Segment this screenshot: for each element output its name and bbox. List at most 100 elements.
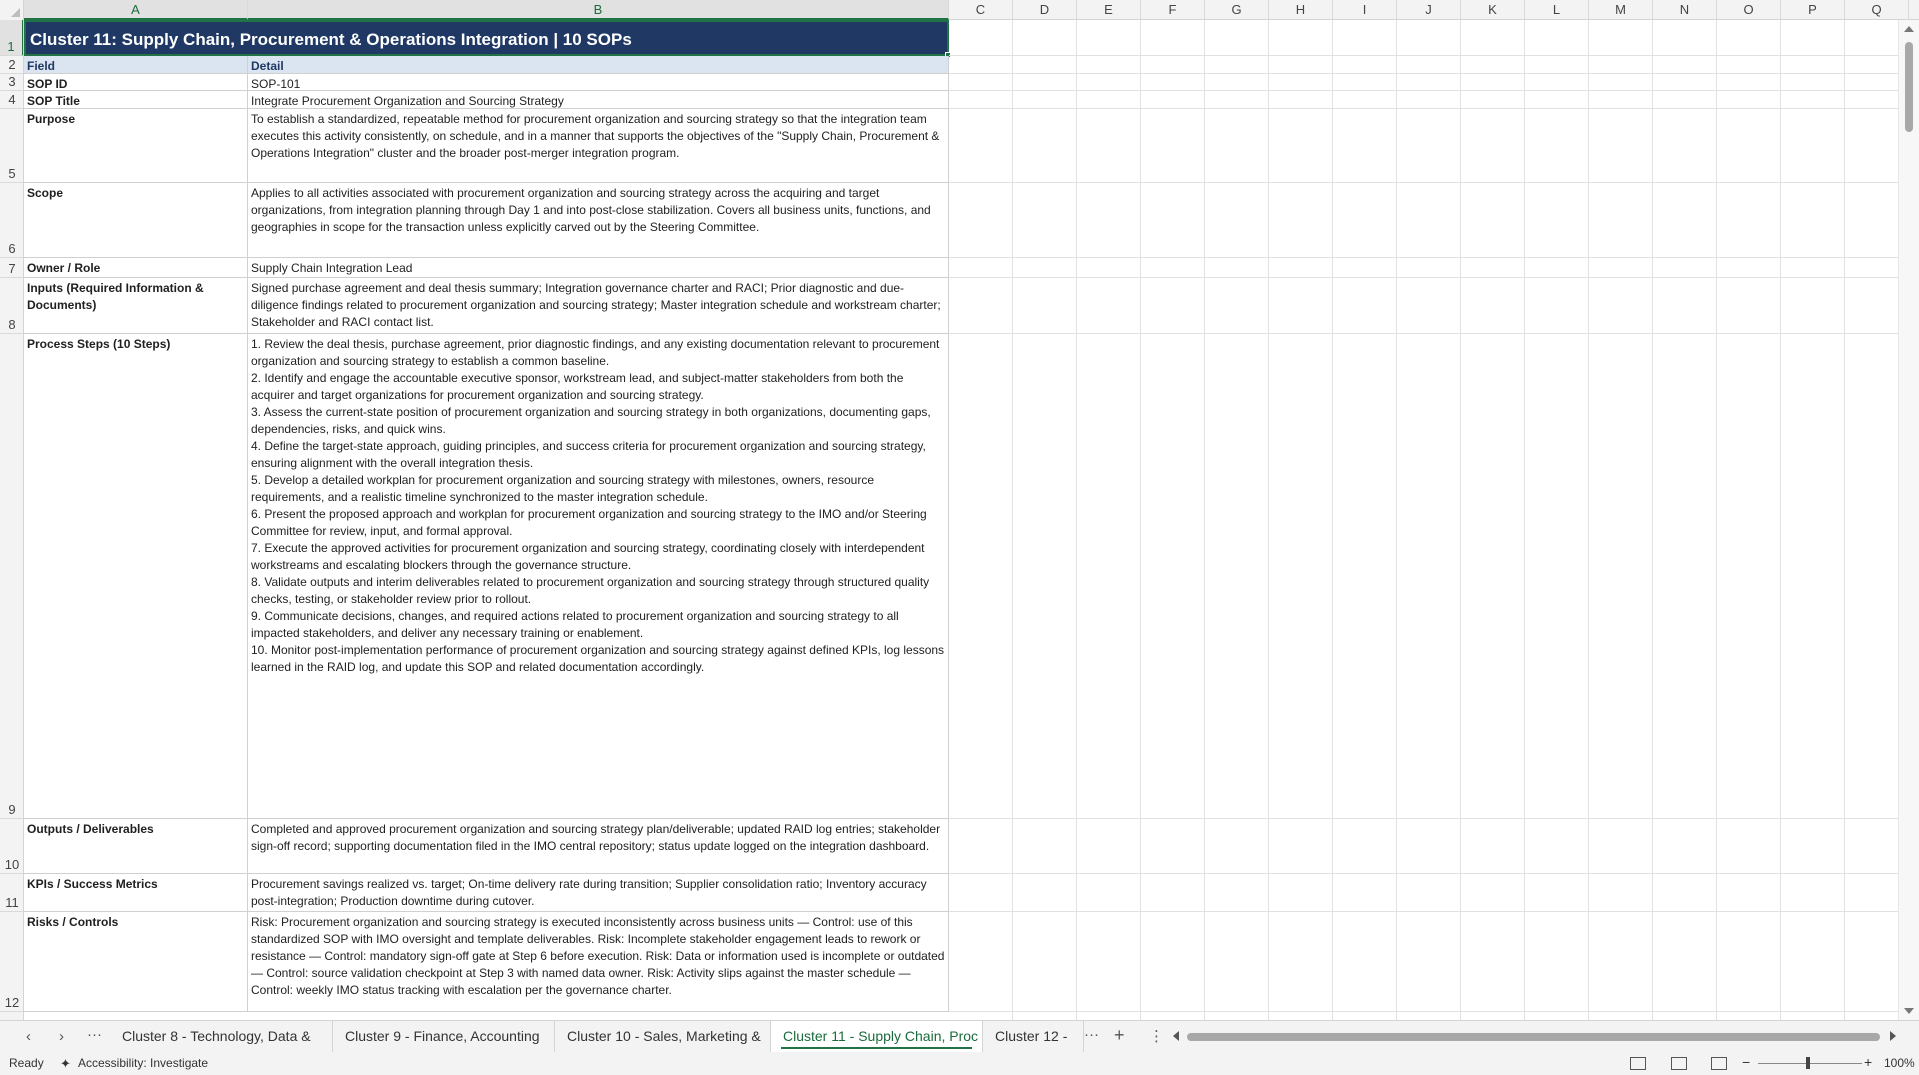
detail-cell[interactable]: SOP-101 [248,74,949,91]
detail-cell[interactable]: Applies to all activities associated wit… [248,183,949,258]
scroll-down-icon[interactable] [1904,1008,1914,1014]
field-cell[interactable]: Process Steps (10 Steps) [24,334,248,819]
empty-column-gridline [1588,20,1589,1020]
field-cell[interactable]: KPIs / Success Metrics [24,874,248,912]
empty-row-gridline [949,278,1898,334]
header-detail-cell[interactable]: Detail [248,56,949,74]
field-cell[interactable]: Owner / Role [24,258,248,278]
horizontal-scrollbar[interactable] [1173,1030,1896,1044]
column-header-a[interactable]: A [24,0,248,20]
status-bar: Ready ✦ Accessibility: Investigate − + 1… [0,1052,1919,1075]
accessibility-status[interactable]: Accessibility: Investigate [78,1056,208,1070]
sheet-tab[interactable]: Cluster 10 - Sales, Marketing & [555,1021,771,1052]
empty-row-gridline [949,912,1898,1012]
title-cell[interactable]: Cluster 11: Supply Chain, Procurement & … [24,20,951,58]
row-header-6[interactable]: 6 [0,183,23,258]
field-cell[interactable]: Scope [24,183,248,258]
empty-row-gridline [949,819,1898,874]
column-header-g[interactable]: G [1205,0,1269,20]
row-header-10[interactable]: 10 [0,819,23,874]
detail-cell[interactable]: Procurement savings realized vs. target;… [248,874,949,912]
normal-view-icon[interactable] [1630,1057,1646,1070]
tab-prev-icon[interactable]: ‹ [26,1028,31,1045]
sheet-options-icon[interactable]: ⋮ [1149,1027,1164,1045]
sheet-tab[interactable]: Cluster 9 - Finance, Accounting [333,1021,555,1052]
vertical-scroll-thumb[interactable] [1905,42,1913,132]
field-cell[interactable]: SOP ID [24,74,248,91]
detail-cell[interactable]: To establish a standardized, repeatable … [248,109,949,183]
row-header-4[interactable]: 4 [0,91,23,109]
sheet-tab[interactable]: Cluster 11 - Supply Chain, Proc [771,1021,983,1052]
zoom-level[interactable]: 100% [1884,1056,1915,1070]
field-cell[interactable]: Inputs (Required Information & Documents… [24,278,248,334]
zoom-out-icon[interactable]: − [1742,1054,1750,1070]
row-header-7[interactable]: 7 [0,258,23,278]
column-header-d[interactable]: D [1013,0,1077,20]
column-header-i[interactable]: I [1333,0,1397,20]
row-header-11[interactable]: 11 [0,874,23,912]
add-sheet-icon[interactable]: + [1114,1025,1125,1046]
detail-cell[interactable]: Supply Chain Integration Lead [248,258,949,278]
accessibility-icon[interactable]: ✦ [60,1056,71,1072]
zoom-slider-thumb[interactable] [1806,1057,1810,1069]
column-header-o[interactable]: O [1717,0,1781,20]
scroll-up-icon[interactable] [1904,26,1914,32]
row-number: 10 [4,857,20,872]
field-cell[interactable]: Outputs / Deliverables [24,819,248,874]
tab-more-left-icon[interactable]: ··· [87,1026,102,1043]
empty-column-gridline [1268,20,1269,1020]
tab-next-icon[interactable]: › [59,1028,64,1045]
empty-row-gridline [949,56,1898,74]
scroll-left-icon[interactable] [1173,1031,1179,1041]
row-header-3[interactable]: 3 [0,74,23,91]
row-header-8[interactable]: 8 [0,278,23,334]
column-header-f[interactable]: F [1141,0,1205,20]
row-header-1[interactable]: 1 [0,20,23,56]
column-header-c[interactable]: C [949,0,1013,20]
detail-cell[interactable]: Integrate Procurement Organization and S… [248,91,949,109]
column-header-n[interactable]: N [1653,0,1717,20]
zoom-in-icon[interactable]: + [1864,1054,1872,1070]
row-header-bar: 1 2 3 4 5 6 7 8 9 10 11 12 [0,20,24,1020]
column-header-q[interactable]: Q [1845,0,1909,20]
row-header-12[interactable]: 12 [0,912,23,1012]
page-layout-view-icon[interactable] [1671,1057,1687,1070]
column-header-h[interactable]: H [1269,0,1333,20]
detail-cell[interactable]: 1. Review the deal thesis, purchase agre… [248,334,949,819]
detail-cell[interactable]: Signed purchase agreement and deal thesi… [248,278,949,334]
column-header-b[interactable]: B [248,0,949,20]
detail-cell[interactable]: Risk: Procurement organization and sourc… [248,912,949,1012]
select-all-button[interactable] [0,0,24,20]
field-cell[interactable]: Risks / Controls [24,912,248,1012]
header-field-cell[interactable]: Field [24,56,248,74]
row-number: 12 [4,995,20,1010]
page-break-view-icon[interactable] [1711,1057,1727,1070]
vertical-scrollbar[interactable] [1898,20,1919,1020]
tab-more-right-icon[interactable]: ··· [1084,1026,1099,1043]
column-header-p[interactable]: P [1781,0,1845,20]
field-cell[interactable]: SOP Title [24,91,248,109]
column-header-k[interactable]: K [1461,0,1525,20]
row-header-9[interactable]: 9 [0,334,23,819]
row-number: 2 [8,57,16,72]
row-header-2[interactable]: 2 [0,56,23,74]
row-header-5[interactable]: 5 [0,109,23,183]
column-header-m[interactable]: M [1589,0,1653,20]
spreadsheet-window: ABCDEFGHIJKLMNOPQ 1 2 3 4 5 6 7 8 9 10 11 12 Cluste… [0,0,1919,1075]
column-header-e[interactable]: E [1077,0,1141,20]
column-header-l[interactable]: L [1525,0,1589,20]
horizontal-scroll-thumb[interactable] [1187,1033,1880,1041]
scroll-right-icon[interactable] [1890,1031,1896,1041]
zoom-slider[interactable] [1758,1063,1862,1064]
row-number: 8 [8,317,16,332]
detail-cell[interactable]: Completed and approved procurement organ… [248,819,949,874]
column-header-j[interactable]: J [1397,0,1461,20]
sheet-tab[interactable]: Cluster 8 - Technology, Data & [110,1021,333,1052]
empty-column-gridline [1652,20,1653,1020]
row-number: 11 [5,895,19,910]
worksheet-grid[interactable]: Cluster 11: Supply Chain, Procurement & … [24,20,1898,1020]
field-cell[interactable]: Purpose [24,109,248,183]
row-number: 9 [8,802,16,817]
sheet-tab[interactable]: Cluster 12 - [983,1021,1084,1052]
empty-row-gridline [949,874,1898,912]
